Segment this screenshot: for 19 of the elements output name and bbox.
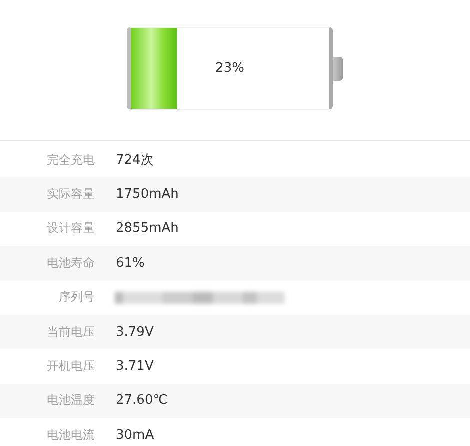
row-value: 2855mAh bbox=[116, 221, 179, 236]
row-value: 1750mAh bbox=[116, 187, 179, 202]
row-label: 序列号 bbox=[58, 289, 95, 306]
row-label: 完全充电 bbox=[46, 152, 95, 169]
row-label: 开机电压 bbox=[46, 358, 95, 376]
row-label: 电池寿命 bbox=[46, 254, 95, 272]
row-label: 设计容量 bbox=[46, 220, 95, 238]
row-value: 61% bbox=[116, 256, 145, 271]
row-label: 实际容量 bbox=[46, 186, 95, 204]
row-label: 当前电压 bbox=[46, 324, 95, 341]
row-label: 电池电流 bbox=[46, 426, 95, 444]
battery-percentage: 23% bbox=[216, 61, 244, 76]
battery-terminal bbox=[333, 56, 343, 80]
row-value: 3.79V bbox=[116, 324, 154, 340]
row-value: 724次 bbox=[116, 152, 154, 170]
row-value: 3.71V bbox=[116, 359, 154, 374]
row-label: 电池温度 bbox=[46, 392, 95, 410]
row-value: 27.60℃ bbox=[116, 393, 168, 408]
row-value: 30mA bbox=[116, 428, 154, 443]
